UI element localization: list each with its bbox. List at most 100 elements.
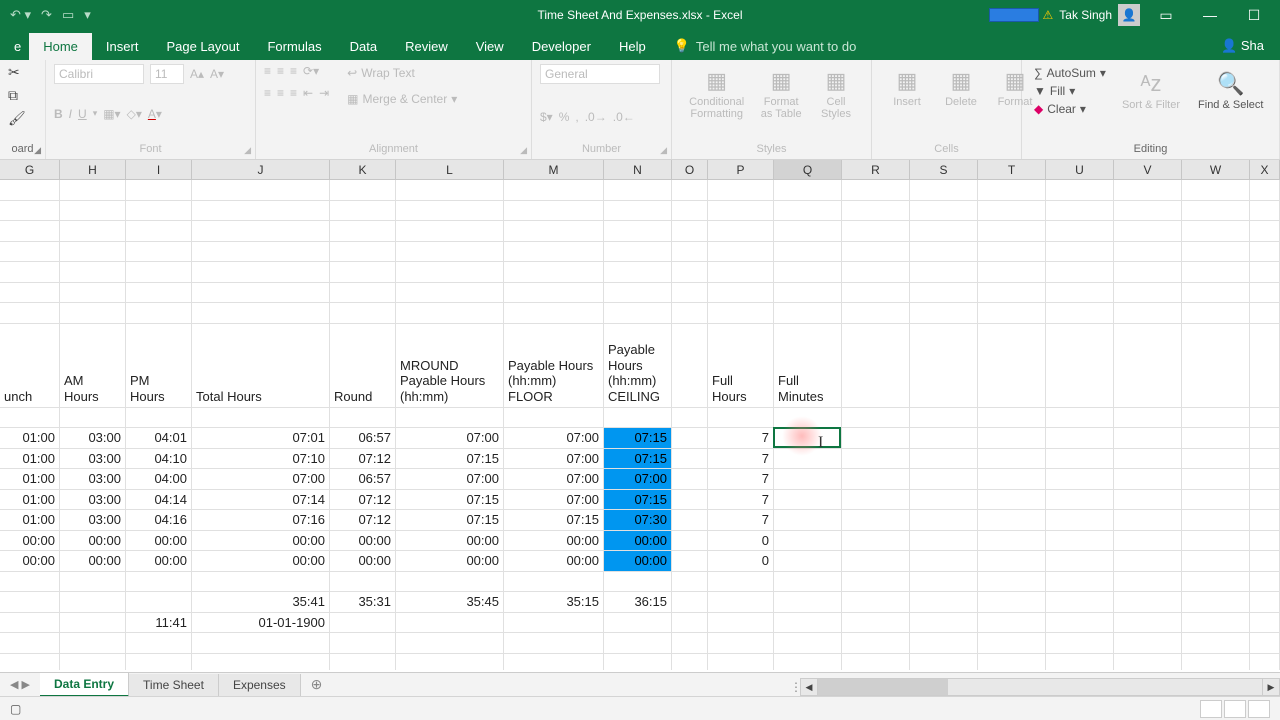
cell[interactable] bbox=[504, 613, 604, 634]
cell[interactable]: 07:30 bbox=[604, 510, 672, 531]
cell[interactable]: 04:00 bbox=[126, 469, 192, 490]
cell[interactable] bbox=[672, 572, 708, 593]
cell[interactable]: 00:00 bbox=[330, 551, 396, 572]
cell[interactable] bbox=[842, 324, 910, 408]
cell[interactable] bbox=[842, 592, 910, 613]
view-switcher[interactable] bbox=[1200, 700, 1270, 718]
cell[interactable] bbox=[910, 572, 978, 593]
cell[interactable] bbox=[396, 201, 504, 222]
cell[interactable]: 00:00 bbox=[604, 551, 672, 572]
cell[interactable] bbox=[1250, 469, 1280, 490]
redo-icon[interactable]: ↷ bbox=[41, 7, 52, 23]
cell[interactable] bbox=[330, 242, 396, 263]
cell[interactable] bbox=[1046, 531, 1114, 552]
cell[interactable] bbox=[604, 221, 672, 242]
cell[interactable]: 07:00 bbox=[192, 469, 330, 490]
col-header-O[interactable]: O bbox=[672, 160, 708, 179]
cell[interactable] bbox=[0, 180, 60, 201]
cell[interactable] bbox=[1046, 242, 1114, 263]
cell[interactable]: 01:00 bbox=[0, 510, 60, 531]
cell[interactable] bbox=[126, 303, 192, 324]
col-header-M[interactable]: M bbox=[504, 160, 604, 179]
cell[interactable] bbox=[774, 654, 842, 671]
cell[interactable] bbox=[910, 428, 978, 449]
cell[interactable] bbox=[1114, 572, 1182, 593]
cell[interactable] bbox=[330, 572, 396, 593]
cell[interactable] bbox=[978, 654, 1046, 671]
qat-button[interactable]: ▭ bbox=[62, 7, 74, 23]
tab-file[interactable]: e bbox=[6, 33, 29, 60]
col-header-Q[interactable]: Q bbox=[774, 160, 842, 179]
cell[interactable] bbox=[842, 408, 910, 429]
cell[interactable] bbox=[1114, 551, 1182, 572]
cell[interactable] bbox=[604, 180, 672, 201]
cell[interactable] bbox=[192, 180, 330, 201]
cell[interactable] bbox=[708, 262, 774, 283]
cell[interactable] bbox=[1046, 592, 1114, 613]
cell[interactable] bbox=[708, 221, 774, 242]
increase-decimal-icon[interactable]: .0→ bbox=[585, 110, 607, 124]
cut-icon[interactable]: ✂ bbox=[8, 64, 37, 81]
cell[interactable] bbox=[1046, 449, 1114, 470]
cell[interactable] bbox=[774, 592, 842, 613]
cell[interactable] bbox=[1250, 633, 1280, 654]
cell[interactable]: 07:15 bbox=[604, 490, 672, 511]
cell[interactable] bbox=[672, 613, 708, 634]
cell[interactable] bbox=[910, 180, 978, 201]
cell[interactable] bbox=[774, 490, 842, 511]
align-right-icon[interactable]: ≡ bbox=[290, 86, 297, 100]
cell[interactable]: 0 bbox=[708, 551, 774, 572]
cell[interactable] bbox=[1182, 262, 1250, 283]
cell[interactable] bbox=[0, 242, 60, 263]
cell[interactable] bbox=[126, 572, 192, 593]
cell[interactable]: Total Hours bbox=[192, 324, 330, 408]
qat-customize-icon[interactable]: ▾ bbox=[84, 7, 91, 23]
cell[interactable] bbox=[330, 408, 396, 429]
cell[interactable] bbox=[708, 242, 774, 263]
cell[interactable] bbox=[504, 221, 604, 242]
cell[interactable]: 03:00 bbox=[60, 428, 126, 449]
cell[interactable] bbox=[504, 633, 604, 654]
comma-icon[interactable]: , bbox=[575, 110, 578, 124]
cell[interactable]: 04:16 bbox=[126, 510, 192, 531]
cell[interactable] bbox=[978, 510, 1046, 531]
cell[interactable] bbox=[604, 633, 672, 654]
cell[interactable]: 00:00 bbox=[60, 531, 126, 552]
cell[interactable] bbox=[774, 572, 842, 593]
cell[interactable] bbox=[1182, 572, 1250, 593]
cell[interactable]: 01:00 bbox=[0, 449, 60, 470]
cell[interactable] bbox=[604, 613, 672, 634]
dialog-launcher-icon[interactable]: ◢ bbox=[244, 145, 251, 156]
cell[interactable] bbox=[672, 449, 708, 470]
col-header-J[interactable]: J bbox=[192, 160, 330, 179]
cell[interactable]: 00:00 bbox=[192, 551, 330, 572]
cell[interactable] bbox=[1046, 633, 1114, 654]
cell[interactable]: 07:14 bbox=[192, 490, 330, 511]
cell[interactable]: 07:00 bbox=[504, 428, 604, 449]
col-header-W[interactable]: W bbox=[1182, 160, 1250, 179]
cell[interactable] bbox=[330, 613, 396, 634]
insert-button[interactable]: ▦Insert bbox=[880, 64, 934, 112]
cell[interactable] bbox=[1114, 449, 1182, 470]
cell[interactable]: 7 bbox=[708, 469, 774, 490]
cell[interactable]: 07:12 bbox=[330, 510, 396, 531]
dialog-launcher-icon[interactable]: ◢ bbox=[34, 145, 41, 156]
cell[interactable] bbox=[60, 613, 126, 634]
cell[interactable] bbox=[1182, 490, 1250, 511]
cell[interactable] bbox=[1182, 180, 1250, 201]
cell[interactable] bbox=[978, 490, 1046, 511]
format-painter-icon[interactable]: 🖌 bbox=[8, 110, 37, 127]
cell[interactable] bbox=[1114, 201, 1182, 222]
align-left-icon[interactable]: ≡ bbox=[264, 86, 271, 100]
tab-developer[interactable]: Developer bbox=[518, 33, 605, 60]
col-header-T[interactable]: T bbox=[978, 160, 1046, 179]
cell[interactable]: 07:00 bbox=[504, 490, 604, 511]
cell[interactable] bbox=[1182, 551, 1250, 572]
scroll-right-icon[interactable]: ▶ bbox=[1262, 678, 1280, 696]
cell[interactable] bbox=[774, 303, 842, 324]
cell[interactable] bbox=[978, 572, 1046, 593]
cell[interactable] bbox=[330, 221, 396, 242]
cell[interactable] bbox=[396, 180, 504, 201]
cell[interactable] bbox=[1046, 180, 1114, 201]
cell[interactable] bbox=[842, 262, 910, 283]
